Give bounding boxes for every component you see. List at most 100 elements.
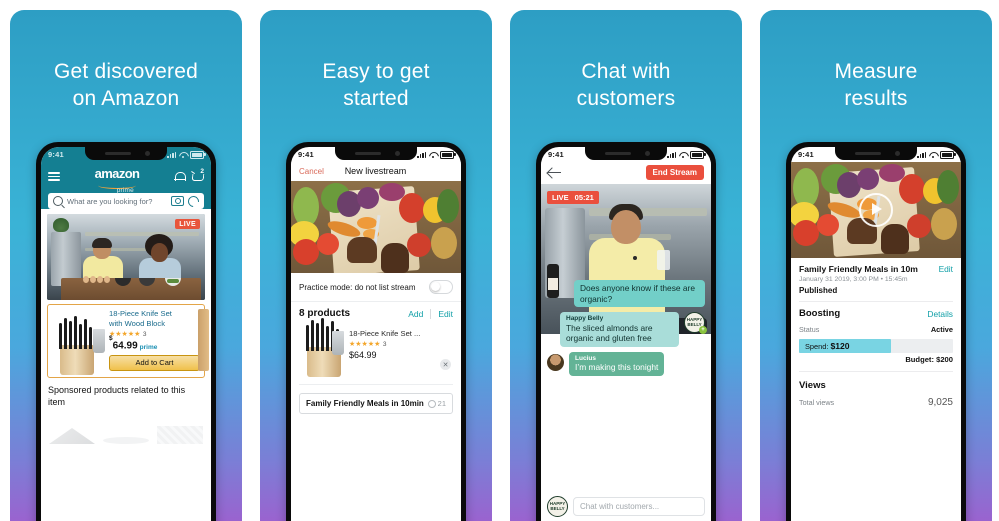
video-datetime: January 31 2019, 3:00 PM • 15:45m — [799, 276, 908, 283]
spend-progress-fill: Spend: $120 — [799, 339, 892, 353]
panel-1-headline-line2: on Amazon — [72, 87, 180, 110]
status-time: 9:41 — [298, 150, 314, 159]
chat-overlay: Does anyone know if these are organic? H… — [541, 275, 711, 521]
product-title: 18-Piece Knife Set ... — [349, 329, 421, 338]
sponsored-item-2[interactable] — [103, 437, 149, 444]
amazon-logo[interactable]: amazon prime — [66, 164, 168, 194]
phone-screen-2: 9:41 Cancel New livestream Practice mode… — [291, 147, 461, 521]
wifi-icon — [679, 152, 687, 158]
knife-set-image — [52, 309, 105, 375]
product-price: $64.99 — [349, 350, 377, 360]
wifi-icon — [179, 152, 187, 158]
product-title: 18-Piece Knife Set with Wood Block — [109, 309, 200, 328]
product-list-item[interactable]: 18-Piece Knife Set ... ★★★★★ 3 $64.99 ✕ — [299, 318, 453, 385]
video-thumbnail[interactable] — [791, 162, 961, 258]
panel-3-headline: Chat with customers — [510, 58, 742, 112]
sponsored-products-heading: Sponsored products related to this item — [48, 385, 186, 407]
total-views-value: 9,025 — [927, 397, 953, 408]
counter-dot-icon — [427, 399, 436, 408]
panel-2-headline-line2: started — [343, 87, 409, 110]
practice-mode-row[interactable]: Practice mode: do not list stream — [291, 273, 461, 302]
product-info: 18-Piece Knife Set ... ★★★★★ 3 $64.99 — [349, 325, 453, 377]
nav-title: New livestream — [344, 166, 407, 176]
play-button-icon[interactable] — [859, 193, 893, 227]
rating-stars: ★★★★★ 3 — [109, 330, 200, 339]
edit-button[interactable]: Edit — [939, 264, 953, 274]
glass — [657, 250, 670, 270]
cancel-button[interactable]: Cancel — [299, 167, 324, 176]
amazon-wordmark: amazon — [94, 166, 140, 181]
camera-icon[interactable] — [171, 196, 184, 206]
eggs-group — [83, 276, 110, 285]
front-camera — [895, 151, 900, 156]
gallery-panel-2: Easy to get started 9:41 Cancel New live… — [260, 10, 492, 521]
lens-scan-icon[interactable] — [185, 193, 202, 209]
chat-bubble: Does anyone know if these are organic? — [574, 280, 705, 308]
plus-icon[interactable]: + — [699, 326, 707, 335]
sponsored-item-3[interactable] — [157, 426, 203, 444]
livestream-thumbnail[interactable]: LIVE — [47, 214, 205, 300]
stream-title-field[interactable]: Family Friendly Meals in 10min 21 — [299, 393, 453, 414]
front-camera — [395, 151, 400, 156]
prime-label: prime — [116, 187, 134, 194]
live-label: LIVE — [552, 193, 569, 202]
panel-4-headline: Measure results — [760, 58, 992, 112]
status-label: Status — [799, 325, 820, 334]
price-currency: $ — [109, 335, 113, 343]
plant-decor — [53, 218, 69, 232]
stars-glyphs: ★★★★★ — [109, 331, 141, 339]
composer-avatar: HAPPY BELLY — [547, 496, 568, 517]
livestream-cover-image[interactable] — [291, 181, 461, 273]
remove-product-button[interactable]: ✕ — [440, 359, 451, 370]
chat-input-row[interactable]: HAPPY BELLY Chat with customers... — [547, 496, 705, 517]
add-product-button[interactable]: Add — [408, 309, 423, 319]
cellular-signal-icon — [667, 151, 676, 158]
panel-3-headline-line1: Chat with — [581, 60, 671, 83]
spend-progress-bar: Spend: $120 — [799, 339, 953, 353]
phone-notch — [835, 147, 917, 160]
chat-input[interactable]: Chat with customers... — [573, 497, 705, 516]
action-divider — [430, 308, 432, 319]
video-meta-section: Family Friendly Meals in 10m Edit Januar… — [791, 258, 961, 302]
chat-message-row: Does anyone know if these are organic? — [547, 275, 705, 308]
edit-products-button[interactable]: Edit — [438, 309, 453, 319]
hamburger-menu-icon[interactable] — [48, 171, 60, 182]
total-views-row: Total views 9,025 — [799, 397, 953, 408]
phone-screen-3: 9:41 End Stream LIVE 05:21 Does anyone k… — [541, 147, 711, 521]
product-card[interactable]: 18-Piece Knife Set with Wood Block ★★★★★… — [47, 304, 209, 378]
panel-3-headline-line2: customers — [576, 87, 676, 110]
publish-status: Published — [799, 286, 953, 302]
cart-icon[interactable]: 2 — [191, 168, 204, 183]
spend-value: $120 — [830, 341, 850, 351]
live-timer-badge: LIVE 05:21 — [547, 191, 599, 204]
phone-notch — [585, 147, 667, 160]
search-placeholder: What are you looking for? — [67, 196, 153, 206]
gallery-panel-4: Measure results 9:41 Family Friendly Mea… — [760, 10, 992, 521]
speaker-slot — [855, 152, 881, 155]
boosting-details-link[interactable]: Details — [927, 309, 953, 319]
budget-label: Budget: $200 — [799, 355, 953, 372]
practice-mode-toggle[interactable] — [429, 280, 453, 294]
char-count-value: 21 — [437, 399, 446, 408]
live-badge: LIVE — [175, 219, 200, 229]
price-amount: 64.99 — [112, 340, 138, 352]
prime-badge: prime — [139, 343, 158, 351]
chat-message-row: Happy Belly The sliced almonds are organ… — [547, 307, 707, 347]
end-stream-button[interactable]: End Stream — [645, 165, 704, 180]
battery-icon — [440, 150, 456, 159]
product-price: $64.99 prime — [109, 335, 200, 352]
add-to-cart-button[interactable]: Add to Cart — [109, 354, 200, 371]
phone-mockup-3: 9:41 End Stream LIVE 05:21 Does anyone k… — [536, 142, 716, 521]
rating-stars: ★★★★★ 3 — [349, 340, 453, 349]
panel-4-headline-line2: results — [844, 87, 908, 110]
search-bar[interactable]: What are you looking for? — [48, 193, 204, 209]
battery-icon — [940, 150, 956, 159]
rating-count: 3 — [142, 330, 147, 338]
status-indicators — [667, 150, 706, 159]
panel-1-headline-line1: Get discovered — [53, 60, 199, 83]
sponsored-item-1[interactable] — [49, 428, 95, 444]
bell-icon[interactable] — [174, 171, 186, 183]
speaker-slot — [105, 152, 131, 155]
back-arrow-icon[interactable] — [548, 167, 561, 178]
panel-2-headline-line1: Easy to get — [322, 60, 430, 83]
